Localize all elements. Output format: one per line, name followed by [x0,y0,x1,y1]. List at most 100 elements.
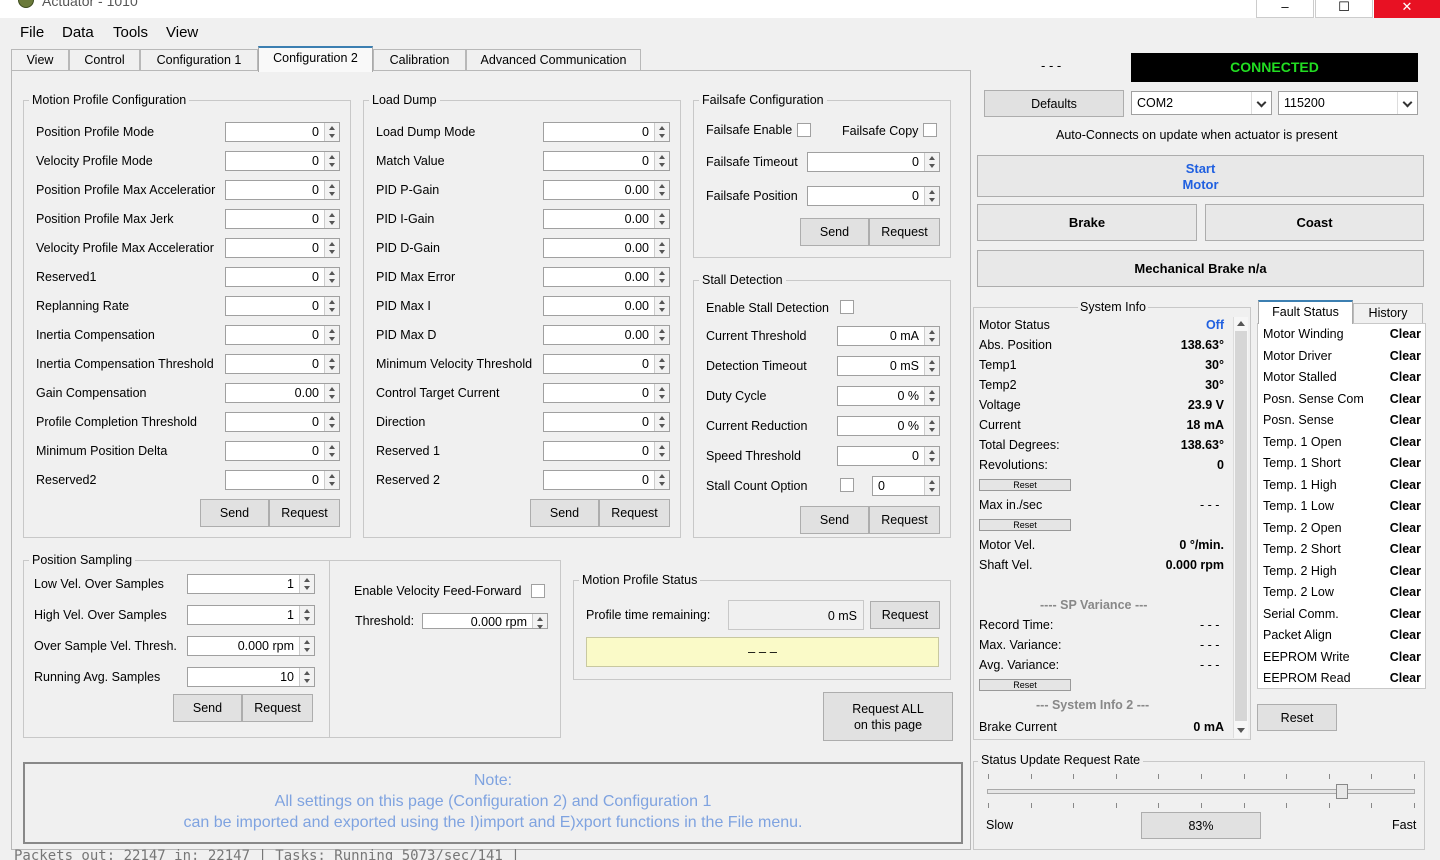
menu-view[interactable]: View [166,24,198,41]
tab-advanced-communication[interactable]: Advanced Communication [466,49,641,71]
stall-count-spinbox[interactable]: 0 [872,476,940,496]
request-all-button[interactable]: Request ALL on this page [823,692,953,741]
tab-calibration[interactable]: Calibration [373,49,466,71]
velocity-ff-threshold-spinbox[interactable]: 0.000 rpm [422,613,548,629]
spin-arrows-icon[interactable] [654,123,669,141]
position-sampling-row-spinbox[interactable]: 1 [187,605,315,625]
load-dump-row-spinbox[interactable]: 0 [543,122,670,142]
spin-arrows-icon[interactable] [324,152,339,170]
rate-slider-track[interactable] [987,789,1415,794]
motion-profile-row-spinbox[interactable]: 0 [225,267,340,287]
load-dump-row-spinbox[interactable]: 0.00 [543,325,670,345]
tab-configuration-2[interactable]: Configuration 2 [258,46,373,72]
failsafe-request-button[interactable]: Request [869,218,940,246]
position-sampling-row-spinbox[interactable]: 10 [187,667,315,687]
load-dump-row-spinbox[interactable]: 0.00 [543,267,670,287]
spin-arrows-icon[interactable] [324,239,339,257]
failsafe-enable-checkbox[interactable] [797,123,811,137]
spin-arrows-icon[interactable] [324,442,339,460]
motion-profile-row-spinbox[interactable]: 0.00 [225,383,340,403]
tab-view[interactable]: View [11,49,69,71]
load-dump-row-spinbox[interactable]: 0.00 [543,296,670,316]
minimize-button[interactable]: – [1256,0,1314,18]
coast-button[interactable]: Coast [1205,204,1424,241]
spin-arrows-icon[interactable] [654,239,669,257]
port-select[interactable]: COM2 [1131,91,1272,115]
stall-row-spinbox[interactable]: 0 mS [837,356,940,376]
spin-arrows-icon[interactable] [299,606,314,624]
spin-arrows-icon[interactable] [324,471,339,489]
scroll-thumb[interactable] [1235,331,1247,721]
stall-request-button[interactable]: Request [869,506,940,534]
position-sampling-row-spinbox[interactable]: 1 [187,574,315,594]
spin-arrows-icon[interactable] [324,123,339,141]
spin-arrows-icon[interactable] [324,297,339,315]
failsafe-copy-checkbox[interactable] [923,123,937,137]
spin-arrows-icon[interactable] [654,152,669,170]
motion-status-request-button[interactable]: Request [870,601,940,629]
spin-arrows-icon[interactable] [654,268,669,286]
position-sampling-send-button[interactable]: Send [173,694,242,722]
spin-arrows-icon[interactable] [324,181,339,199]
menu-tools[interactable]: Tools [113,24,148,41]
stall-send-button[interactable]: Send [800,506,869,534]
menu-data[interactable]: Data [62,24,94,41]
load-dump-row-spinbox[interactable]: 0.00 [543,180,670,200]
load-dump-row-spinbox[interactable]: 0 [543,151,670,171]
failsafe-position-spinbox[interactable]: 0 [807,186,940,206]
spin-arrows-icon[interactable] [654,355,669,373]
load-dump-request-button[interactable]: Request [599,499,670,527]
motion-profile-row-spinbox[interactable]: 0 [225,325,340,345]
stall-row-spinbox[interactable]: 0 mA [837,326,940,346]
chevron-down-icon[interactable] [1397,92,1417,114]
motion-profile-row-spinbox[interactable]: 0 [225,151,340,171]
revolutions-reset-button[interactable]: Reset [979,479,1071,491]
spin-arrows-icon[interactable] [654,471,669,489]
failsafe-send-button[interactable]: Send [800,218,869,246]
motion-profile-row-spinbox[interactable]: 0 [225,441,340,461]
motion-profile-row-spinbox[interactable]: 0 [225,470,340,490]
spin-arrows-icon[interactable] [654,442,669,460]
stall-row-spinbox[interactable]: 0 [837,446,940,466]
baud-select[interactable]: 115200 [1278,91,1418,115]
motion-profile-send-button[interactable]: Send [200,499,269,527]
spin-arrows-icon[interactable] [299,637,314,655]
close-button[interactable]: ✕ [1374,0,1440,18]
spin-arrows-icon[interactable] [324,210,339,228]
start-motor-button[interactable]: Start Motor [977,155,1424,197]
mechanical-brake-button[interactable]: Mechanical Brake n/a [977,250,1424,287]
motion-profile-row-spinbox[interactable]: 0 [225,122,340,142]
failsafe-timeout-spinbox[interactable]: 0 [807,152,940,172]
motion-profile-row-spinbox[interactable]: 0 [225,354,340,374]
defaults-button[interactable]: Defaults [984,90,1124,117]
velocity-ff-checkbox[interactable] [531,584,545,598]
spin-arrows-icon[interactable] [654,384,669,402]
motion-profile-row-spinbox[interactable]: 0 [225,238,340,258]
spin-arrows-icon[interactable] [324,268,339,286]
system-info-scrollbar[interactable] [1233,317,1248,738]
spin-arrows-icon[interactable] [324,355,339,373]
motion-profile-row-spinbox[interactable]: 0 [225,180,340,200]
rate-slider-thumb[interactable] [1336,784,1349,799]
load-dump-row-spinbox[interactable]: 0 [543,354,670,374]
load-dump-row-spinbox[interactable]: 0.00 [543,209,670,229]
spin-arrows-icon[interactable] [924,477,939,495]
spin-arrows-icon[interactable] [654,181,669,199]
fault-reset-button[interactable]: Reset [1257,704,1337,731]
spin-arrows-icon[interactable] [924,357,939,375]
maximize-button[interactable]: ☐ [1315,0,1373,18]
spin-arrows-icon[interactable] [924,153,939,171]
motion-profile-row-spinbox[interactable]: 0 [225,412,340,432]
variance-reset-button[interactable]: Reset [979,679,1071,691]
load-dump-row-spinbox[interactable]: 0 [543,470,670,490]
spin-arrows-icon[interactable] [924,327,939,345]
chevron-down-icon[interactable] [1251,92,1271,114]
spin-arrows-icon[interactable] [924,387,939,405]
spin-arrows-icon[interactable] [532,614,547,629]
motion-profile-row-spinbox[interactable]: 0 [225,296,340,316]
tab-fault-status[interactable]: Fault Status [1258,300,1353,324]
spin-arrows-icon[interactable] [324,326,339,344]
spin-arrows-icon[interactable] [299,668,314,686]
spin-arrows-icon[interactable] [654,297,669,315]
spin-arrows-icon[interactable] [654,210,669,228]
